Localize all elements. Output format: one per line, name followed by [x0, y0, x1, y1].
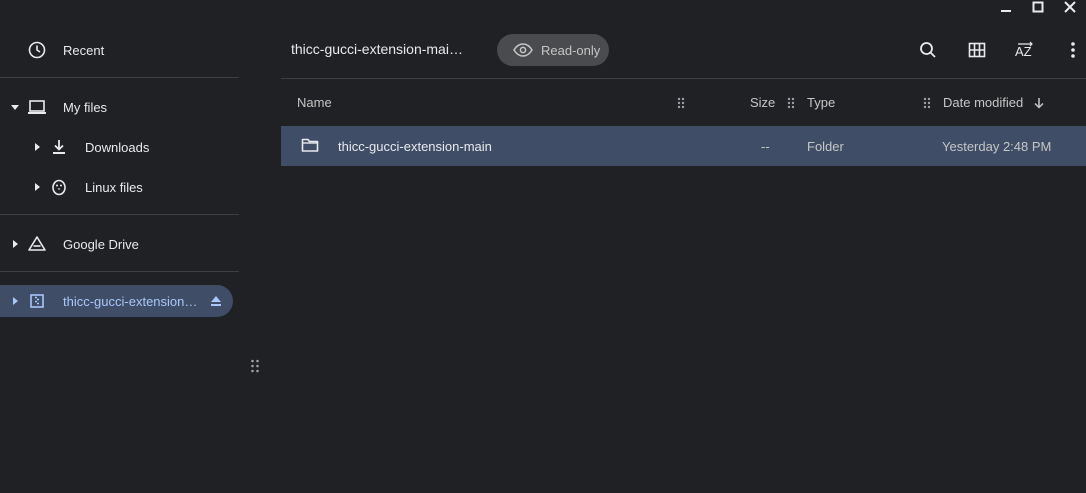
column-resize-handle[interactable] [787, 96, 795, 110]
sidebar-item-removable[interactable]: thicc-gucci-extension… [0, 285, 233, 317]
table-row[interactable]: thicc-gucci-extension-main -- Folder Yes… [281, 126, 1086, 166]
laptop-icon [27, 97, 47, 117]
sidebar-item-downloads[interactable]: Downloads [0, 131, 239, 163]
sidebar-item-label: Downloads [85, 139, 150, 155]
header-divider [281, 78, 1086, 79]
sort-button[interactable]: AZ [1009, 34, 1041, 66]
expand-down-icon[interactable] [9, 101, 21, 113]
sidebar: Recent My files Downloads Linux files Go… [0, 0, 240, 493]
close-icon [1064, 1, 1076, 13]
sidebar-item-label: Recent [63, 42, 105, 58]
sidebar-item-my-files[interactable]: My files [0, 91, 239, 123]
file-name: thicc-gucci-extension-main [338, 139, 492, 154]
sidebar-divider [0, 214, 239, 215]
search-button[interactable] [912, 34, 944, 66]
eye-icon [513, 43, 533, 57]
sidebar-item-google-drive[interactable]: Google Drive [0, 228, 239, 260]
folder-icon [301, 137, 319, 153]
read-only-badge: Read-only [497, 34, 609, 66]
clock-icon [27, 40, 47, 60]
column-header-name[interactable]: Name [297, 95, 332, 110]
expand-right-icon[interactable] [9, 238, 21, 250]
sidebar-item-label: Linux files [85, 179, 143, 195]
archive-icon [27, 291, 47, 311]
breadcrumb[interactable]: thicc-gucci-extension-mai… [291, 41, 463, 57]
column-resize-handle[interactable] [923, 96, 931, 110]
file-type: Folder [807, 139, 844, 154]
sidebar-resize-handle[interactable] [250, 358, 260, 374]
maximize-icon [1032, 1, 1044, 13]
column-header-size[interactable]: Size [750, 95, 775, 110]
file-size: -- [761, 139, 770, 154]
download-icon [49, 137, 69, 157]
sidebar-item-recent[interactable]: Recent [0, 34, 239, 66]
penguin-icon [49, 177, 69, 197]
grid-view-icon [968, 42, 986, 58]
column-header-label: Date modified [943, 95, 1024, 110]
sidebar-item-label: Google Drive [63, 236, 139, 252]
expand-right-icon[interactable] [31, 181, 43, 193]
sidebar-item-linux-files[interactable]: Linux files [0, 171, 239, 203]
grid-view-button[interactable] [961, 34, 993, 66]
read-only-label: Read-only [541, 42, 601, 58]
svg-text:AZ: AZ [1015, 44, 1032, 59]
close-button[interactable] [1054, 0, 1086, 14]
expand-right-icon[interactable] [9, 295, 21, 307]
drive-icon [27, 234, 47, 254]
more-options-button[interactable] [1057, 34, 1086, 66]
sort-descending-icon [1034, 98, 1044, 109]
maximize-button[interactable] [1022, 0, 1054, 14]
eject-icon[interactable] [206, 291, 226, 311]
sidebar-item-label: thicc-gucci-extension… [63, 293, 198, 309]
column-resize-handle[interactable] [677, 96, 685, 110]
minimize-button[interactable] [990, 0, 1022, 14]
search-icon [920, 42, 936, 58]
more-vert-icon [1071, 42, 1075, 58]
sidebar-item-label: My files [63, 99, 108, 115]
file-date-modified: Yesterday 2:48 PM [942, 139, 1052, 154]
column-header-date-modified[interactable]: Date modified [943, 95, 1045, 110]
window-controls [990, 0, 1086, 14]
column-header-type[interactable]: Type [807, 95, 835, 110]
sidebar-divider [0, 271, 239, 272]
minimize-icon [1001, 10, 1011, 12]
sort-az-icon: AZ [1015, 41, 1033, 59]
sidebar-divider [0, 77, 239, 78]
expand-right-icon[interactable] [31, 141, 43, 153]
